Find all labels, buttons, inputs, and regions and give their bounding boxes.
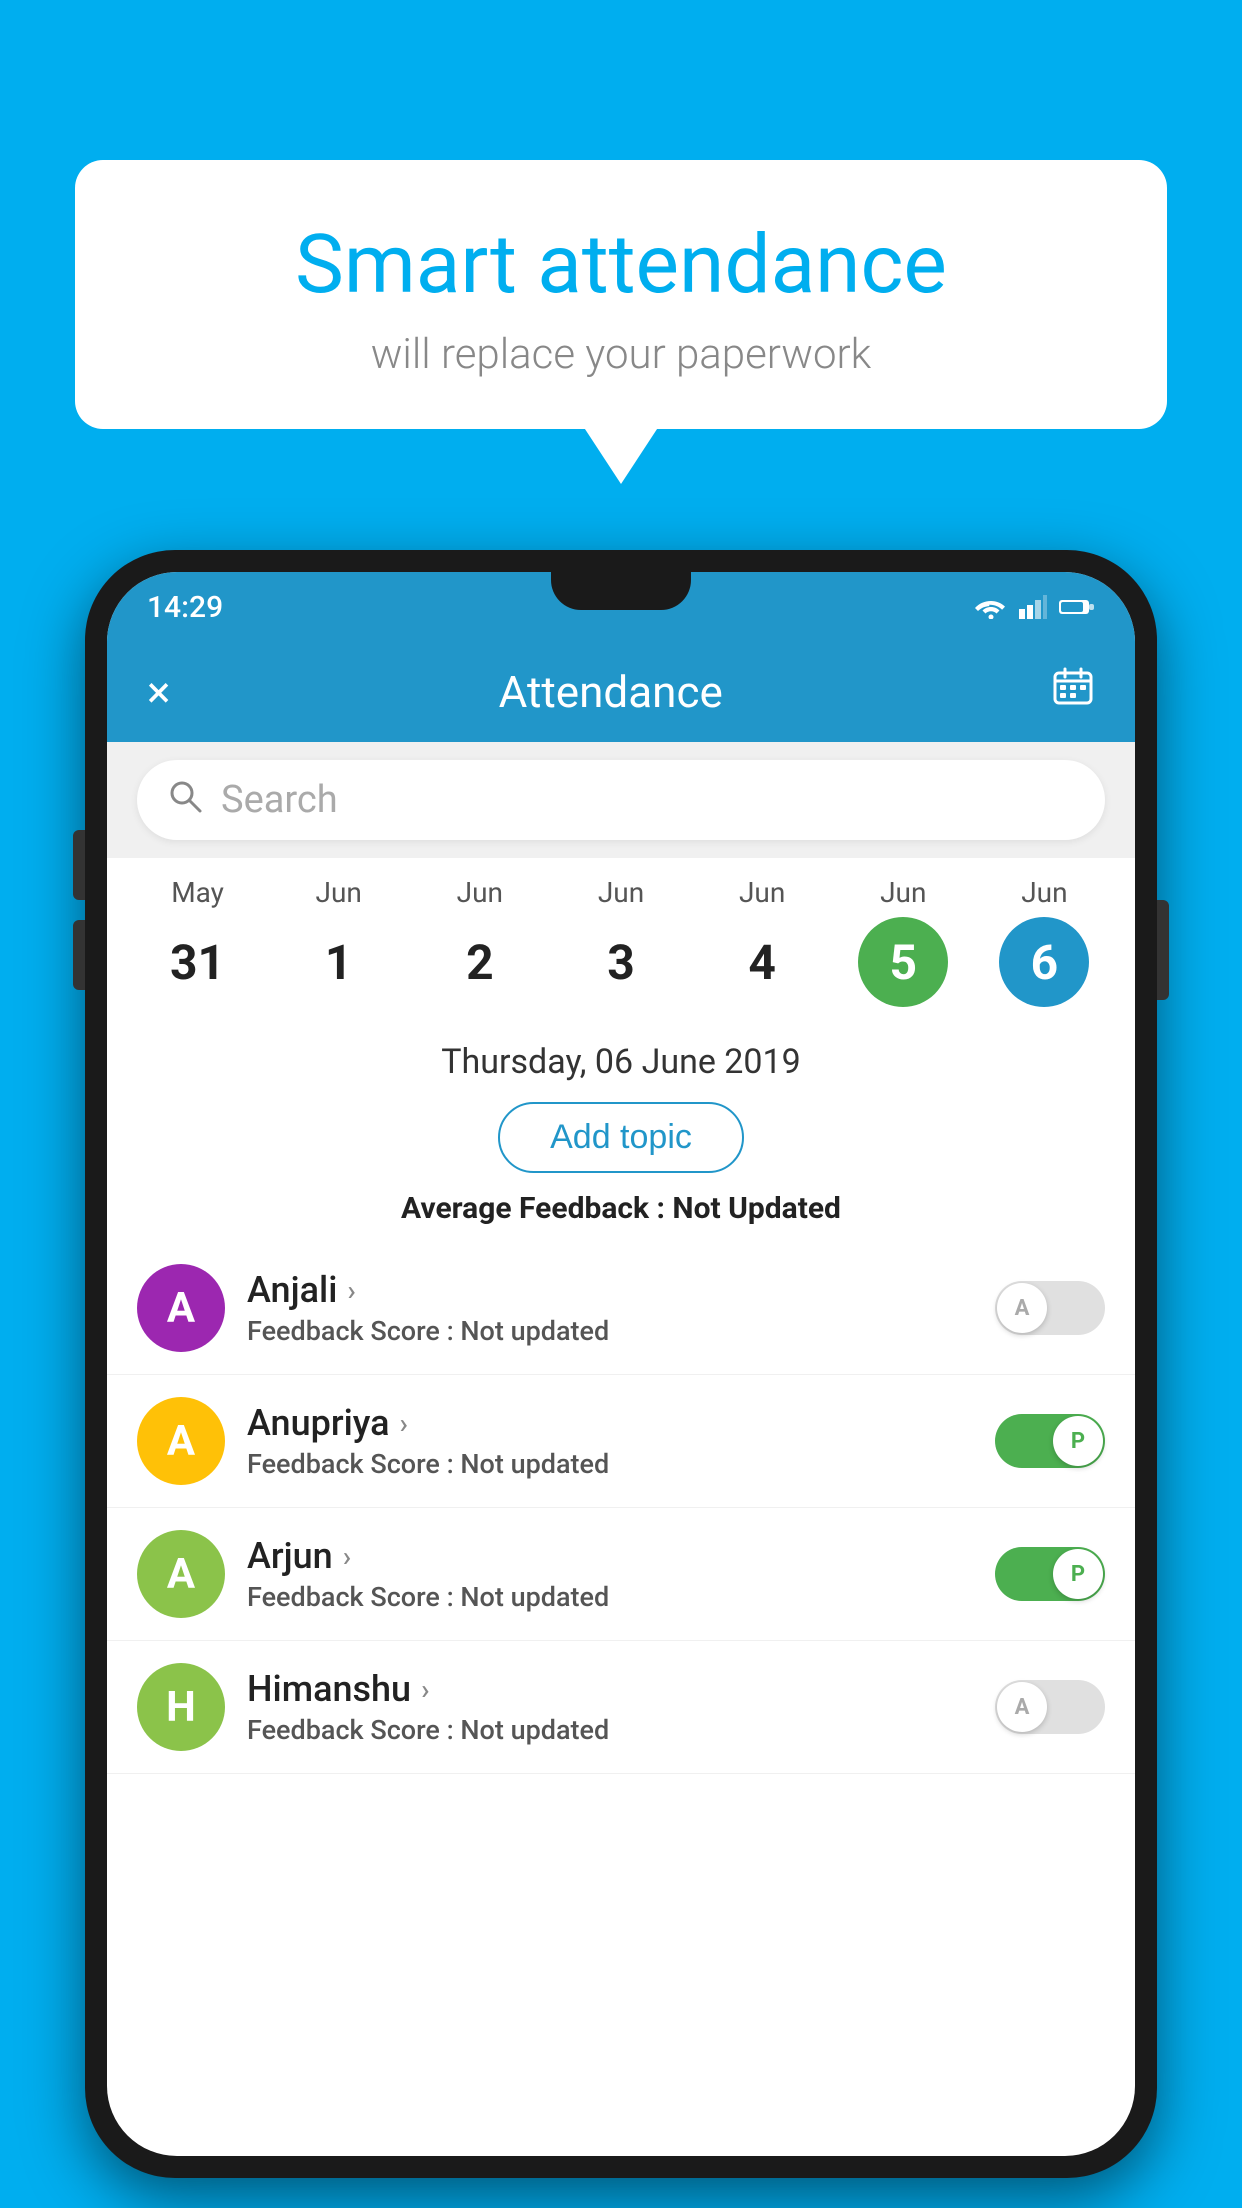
avatar-arjun: A bbox=[137, 1530, 225, 1618]
student-info-anjali: Anjali › Feedback Score : Not updated bbox=[247, 1269, 973, 1347]
phone-screen: 14:29 bbox=[107, 572, 1135, 2156]
student-item-anjali[interactable]: A Anjali › Feedback Score : Not updated … bbox=[107, 1242, 1135, 1375]
student-name-himanshu: Himanshu › bbox=[247, 1668, 973, 1710]
search-bar-container: Search bbox=[107, 742, 1135, 858]
selected-date-header: Thursday, 06 June 2019 bbox=[107, 1024, 1135, 1094]
month-2: Jun bbox=[409, 876, 550, 909]
student-feedback-anjali: Feedback Score : Not updated bbox=[247, 1315, 973, 1347]
student-item-arjun[interactable]: A Arjun › Feedback Score : Not updated P bbox=[107, 1508, 1135, 1641]
calendar-months: May Jun Jun Jun Jun Jun Jun bbox=[127, 868, 1115, 909]
app-bar-title: Attendance bbox=[499, 666, 723, 718]
month-6: Jun bbox=[974, 876, 1115, 909]
toggle-anupriya[interactable]: P bbox=[995, 1414, 1105, 1468]
toggle-arjun[interactable]: P bbox=[995, 1547, 1105, 1601]
cal-date-1[interactable]: 1 bbox=[294, 917, 384, 1007]
attendance-toggle-arjun[interactable]: P bbox=[995, 1547, 1105, 1601]
toggle-knob-anupriya: P bbox=[1053, 1416, 1103, 1466]
student-feedback-himanshu: Feedback Score : Not updated bbox=[247, 1714, 973, 1746]
student-info-himanshu: Himanshu › Feedback Score : Not updated bbox=[247, 1668, 973, 1746]
search-bar[interactable]: Search bbox=[137, 760, 1105, 840]
cal-date-6[interactable]: 6 bbox=[999, 917, 1089, 1007]
toggle-knob-arjun: P bbox=[1053, 1549, 1103, 1599]
avg-feedback-label: Average Feedback : bbox=[401, 1191, 672, 1226]
signal-icon bbox=[1019, 595, 1047, 619]
cal-date-3[interactable]: 3 bbox=[576, 917, 666, 1007]
average-feedback: Average Feedback : Not Updated bbox=[107, 1191, 1135, 1242]
app-bar: × Attendance bbox=[107, 642, 1135, 742]
power-button bbox=[1157, 900, 1169, 1000]
avg-feedback-value: Not Updated bbox=[672, 1191, 841, 1226]
student-name-anjali: Anjali › bbox=[247, 1269, 973, 1311]
month-5: Jun bbox=[833, 876, 974, 909]
toggle-knob-anjali: A bbox=[997, 1283, 1047, 1333]
chevron-right-icon: › bbox=[400, 1407, 408, 1440]
student-feedback-arjun: Feedback Score : Not updated bbox=[247, 1581, 973, 1613]
chevron-right-icon: › bbox=[421, 1673, 429, 1706]
cal-date-4[interactable]: 4 bbox=[717, 917, 807, 1007]
student-item-himanshu[interactable]: H Himanshu › Feedback Score : Not update… bbox=[107, 1641, 1135, 1774]
toggle-himanshu[interactable]: A bbox=[995, 1680, 1105, 1734]
toggle-knob-himanshu: A bbox=[997, 1682, 1047, 1732]
student-name-anupriya: Anupriya › bbox=[247, 1402, 973, 1444]
month-0: May bbox=[127, 876, 268, 909]
month-3: Jun bbox=[550, 876, 691, 909]
close-button[interactable]: × bbox=[147, 666, 170, 718]
avatar-anupriya: A bbox=[137, 1397, 225, 1485]
cal-date-2[interactable]: 2 bbox=[435, 917, 525, 1007]
attendance-toggle-anjali[interactable]: A bbox=[995, 1281, 1105, 1335]
student-info-arjun: Arjun › Feedback Score : Not updated bbox=[247, 1535, 973, 1613]
chevron-right-icon: › bbox=[343, 1540, 351, 1573]
volume-up-button bbox=[73, 830, 85, 900]
search-placeholder: Search bbox=[221, 778, 338, 822]
wifi-icon bbox=[975, 595, 1007, 619]
add-topic-button[interactable]: Add topic bbox=[498, 1102, 744, 1173]
speech-bubble: Smart attendance will replace your paper… bbox=[75, 160, 1167, 429]
phone-notch bbox=[551, 572, 691, 610]
cal-date-31[interactable]: 31 bbox=[153, 917, 243, 1007]
attendance-toggle-anupriya[interactable]: P bbox=[995, 1414, 1105, 1468]
student-item-anupriya[interactable]: A Anupriya › Feedback Score : Not update… bbox=[107, 1375, 1135, 1508]
volume-down-button bbox=[73, 920, 85, 990]
speech-bubble-title: Smart attendance bbox=[125, 220, 1117, 310]
student-list: A Anjali › Feedback Score : Not updated … bbox=[107, 1242, 1135, 1774]
avatar-anjali: A bbox=[137, 1264, 225, 1352]
calendar-strip: May Jun Jun Jun Jun Jun Jun 31 1 2 3 4 5… bbox=[107, 858, 1135, 1024]
phone: 14:29 bbox=[85, 550, 1157, 2178]
search-icon bbox=[167, 778, 203, 823]
cal-date-5[interactable]: 5 bbox=[858, 917, 948, 1007]
calendar-button[interactable] bbox=[1051, 665, 1095, 720]
month-4: Jun bbox=[692, 876, 833, 909]
status-time: 14:29 bbox=[147, 590, 223, 625]
student-info-anupriya: Anupriya › Feedback Score : Not updated bbox=[247, 1402, 973, 1480]
battery-icon bbox=[1059, 597, 1095, 617]
speech-bubble-subtitle: will replace your paperwork bbox=[125, 330, 1117, 379]
calendar-dates: 31 1 2 3 4 5 6 bbox=[127, 909, 1115, 1019]
toggle-anjali[interactable]: A bbox=[995, 1281, 1105, 1335]
student-name-arjun: Arjun › bbox=[247, 1535, 973, 1577]
student-feedback-anupriya: Feedback Score : Not updated bbox=[247, 1448, 973, 1480]
month-1: Jun bbox=[268, 876, 409, 909]
status-icons bbox=[975, 595, 1095, 619]
avatar-himanshu: H bbox=[137, 1663, 225, 1751]
attendance-toggle-himanshu[interactable]: A bbox=[995, 1680, 1105, 1734]
chevron-right-icon: › bbox=[347, 1274, 355, 1307]
